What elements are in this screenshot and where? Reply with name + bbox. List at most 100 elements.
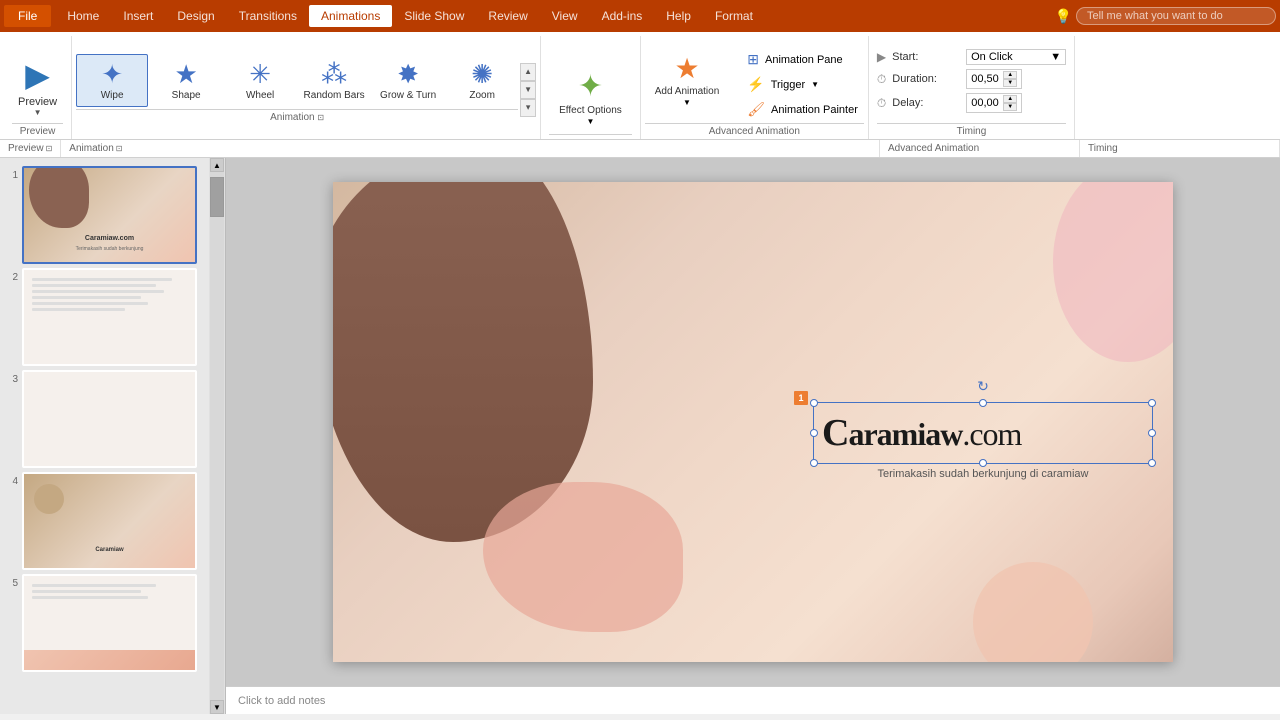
- main-area: ↻ 1 Caramiaw.com: [226, 158, 1280, 714]
- duration-down[interactable]: ▼: [1003, 79, 1017, 87]
- handle-top-right[interactable]: [1148, 399, 1156, 407]
- rb-animation[interactable]: Animation ⊡: [61, 140, 880, 157]
- trigger-button[interactable]: ⚡ Trigger ▼: [741, 73, 864, 96]
- notes-area[interactable]: Click to add notes: [226, 686, 1280, 714]
- handle-middle-left[interactable]: [810, 429, 818, 437]
- duration-spinner[interactable]: ▲ ▼: [1003, 71, 1017, 87]
- handle-top-left[interactable]: [810, 399, 818, 407]
- title-domain: .com: [962, 416, 1021, 452]
- handle-top-middle[interactable]: [979, 399, 987, 407]
- panel-scroll-thumb[interactable]: [210, 177, 224, 217]
- tab-view[interactable]: View: [540, 5, 590, 27]
- slide-number-2: 2: [4, 272, 18, 283]
- effect-options-button[interactable]: ✦ Effect Options ▼: [549, 63, 632, 132]
- anim-grow-turn[interactable]: ✸ Grow & Turn: [372, 54, 444, 107]
- add-animation-dropdown[interactable]: ▼: [683, 98, 691, 107]
- delay-label: Delay:: [892, 97, 962, 109]
- anim-wheel[interactable]: ✳ Wheel: [224, 54, 296, 107]
- slide-item-4[interactable]: 4 Caramiaw: [4, 472, 205, 570]
- tab-transitions[interactable]: Transitions: [227, 5, 309, 27]
- delay-value: 00,00 ▲ ▼: [966, 93, 1022, 113]
- zoom-icon: ✺: [471, 59, 493, 90]
- animation-painter-button[interactable]: 🖌 Animation Painter: [741, 98, 864, 121]
- slide-thumb-2[interactable]: [22, 268, 197, 366]
- tab-help[interactable]: Help: [654, 5, 703, 27]
- gallery-scroll-more[interactable]: ▾: [520, 99, 536, 117]
- start-value: On Click: [971, 51, 1013, 63]
- slide-item-3[interactable]: 3 ○ ○ ○: [4, 370, 205, 468]
- slide-item-2[interactable]: 2: [4, 268, 205, 366]
- tab-file[interactable]: File: [4, 5, 51, 27]
- duration-value: 00,50 ▲ ▼: [966, 69, 1022, 89]
- start-label: Start:: [892, 51, 962, 63]
- tab-addins[interactable]: Add-ins: [590, 5, 655, 27]
- animation-pane-button[interactable]: ⊞ Animation Pane: [741, 48, 864, 71]
- handle-bottom-middle[interactable]: [979, 459, 987, 467]
- tell-me-section: 💡: [1055, 7, 1276, 25]
- anim-random-bars[interactable]: ⁂ Random Bars: [298, 54, 370, 107]
- rotate-handle[interactable]: ↻: [975, 378, 991, 394]
- slide-thumb-1[interactable]: Caramiaw.com Terimakasih sudah berkunjun…: [22, 166, 197, 264]
- tab-review[interactable]: Review: [476, 5, 539, 27]
- rb-preview[interactable]: Preview ⊡: [0, 140, 61, 157]
- delay-up[interactable]: ▲: [1003, 95, 1017, 103]
- slide-item-5[interactable]: 5: [4, 574, 205, 672]
- panel-scroll-track[interactable]: [210, 172, 224, 700]
- gallery-scroll-down[interactable]: ▼: [520, 81, 536, 99]
- advanced-animation-label: Advanced Animation: [645, 123, 864, 139]
- tab-slideshow[interactable]: Slide Show: [392, 5, 476, 27]
- tab-format[interactable]: Format: [703, 5, 765, 27]
- slide-shape-peach-br: [973, 562, 1093, 662]
- start-dropdown[interactable]: On Click ▼: [966, 49, 1066, 65]
- preview-icon: ▶: [25, 56, 50, 94]
- trigger-label: Trigger: [771, 79, 805, 91]
- panel-scroll-down[interactable]: ▼: [210, 700, 224, 714]
- tab-design[interactable]: Design: [165, 5, 226, 27]
- slide-thumb-4[interactable]: Caramiaw: [22, 472, 197, 570]
- slide-thumb-5[interactable]: [22, 574, 197, 672]
- rb-advanced[interactable]: Advanced Animation: [880, 140, 1080, 157]
- tab-animations[interactable]: Animations: [309, 5, 392, 27]
- ribbon-commands: ▶ Preview ▼ Preview ✦ Wipe ★ Shape ✳ Whe…: [0, 32, 1280, 140]
- grow-turn-icon: ✸: [397, 59, 419, 90]
- anim-zoom[interactable]: ✺ Zoom: [446, 54, 518, 107]
- tab-home[interactable]: Home: [55, 5, 111, 27]
- advanced-animation-section: ★ Add Animation ▼ ⊞ Animation Pane ⚡ Tri…: [641, 36, 869, 139]
- text-box-selected[interactable]: ↻ 1 Caramiaw.com: [813, 402, 1153, 480]
- slide-title[interactable]: Caramiaw.com: [822, 411, 1144, 455]
- random-bars-label: Random Bars: [304, 90, 365, 102]
- effect-options-dropdown[interactable]: ▼: [586, 117, 594, 126]
- wheel-label: Wheel: [246, 90, 274, 102]
- gallery-scroll-up[interactable]: ▲: [520, 63, 536, 81]
- preview-dropdown[interactable]: ▼: [34, 108, 42, 117]
- animation-section: ✦ Wipe ★ Shape ✳ Wheel ⁂ Random Bars ✸: [72, 36, 541, 139]
- panel-scroll-up[interactable]: ▲: [210, 158, 224, 172]
- slide-canvas-area[interactable]: ↻ 1 Caramiaw.com: [226, 158, 1280, 686]
- handle-bottom-right[interactable]: [1148, 459, 1156, 467]
- slide4-title: Caramiaw: [95, 547, 123, 553]
- slide-thumb-3[interactable]: ○ ○ ○: [22, 370, 197, 468]
- duration-text: 00,50: [971, 73, 999, 85]
- slide-canvas[interactable]: ↻ 1 Caramiaw.com: [333, 182, 1173, 662]
- timing-section: ▶ Start: On Click ▼ ⏱ Duration: 00,50 ▲ …: [869, 36, 1075, 139]
- preview-section-label: Preview: [12, 123, 63, 139]
- handle-middle-right[interactable]: [1148, 429, 1156, 437]
- delay-down[interactable]: ▼: [1003, 103, 1017, 111]
- tab-insert[interactable]: Insert: [111, 5, 165, 27]
- start-dropdown-arrow: ▼: [1050, 51, 1061, 63]
- rb-animation-icon: ⊡: [116, 144, 123, 153]
- handle-bottom-left[interactable]: [810, 459, 818, 467]
- add-animation-button[interactable]: ★ Add Animation ▼: [645, 48, 730, 111]
- preview-button[interactable]: ▶ Preview ▼: [12, 52, 63, 121]
- slide-item-1[interactable]: 1 Caramiaw.com Terimakasih sudah berkunj…: [4, 166, 205, 264]
- slide-subtitle: Terimakasih sudah berkunjung di caramiaw: [813, 468, 1153, 480]
- slide1-subtitle: Terimakasih sudah berkunjung: [76, 246, 144, 252]
- duration-up[interactable]: ▲: [1003, 71, 1017, 79]
- animation-section-expand[interactable]: ⊡: [317, 113, 324, 122]
- tell-me-input[interactable]: [1076, 7, 1276, 25]
- rb-timing[interactable]: Timing: [1080, 140, 1280, 157]
- delay-spinner[interactable]: ▲ ▼: [1003, 95, 1017, 111]
- anim-wipe[interactable]: ✦ Wipe: [76, 54, 148, 107]
- anim-shape[interactable]: ★ Shape: [150, 54, 222, 107]
- trigger-dropdown[interactable]: ▼: [811, 80, 819, 89]
